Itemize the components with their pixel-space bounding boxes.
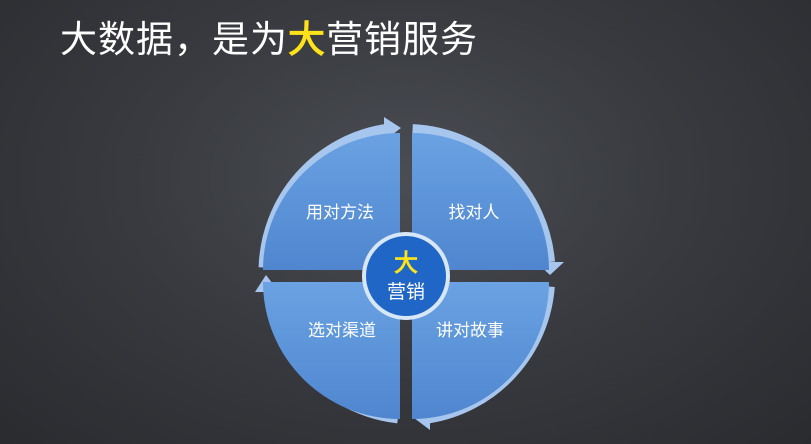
marketing-cycle-diagram: 用对方法 找对人 选对渠道 讲对故事 大 营销 [255,117,564,430]
quadrant-label-bottom-left: 选对渠道 [308,321,376,341]
quadrant-label-top-left: 用对方法 [306,203,374,223]
center-highlight-text: 大 [394,249,418,277]
quadrant-label-top-right: 找对人 [449,203,500,223]
quadrant-label-bottom-right: 讲对故事 [436,321,504,341]
center-label-text: 营销 [387,281,425,303]
